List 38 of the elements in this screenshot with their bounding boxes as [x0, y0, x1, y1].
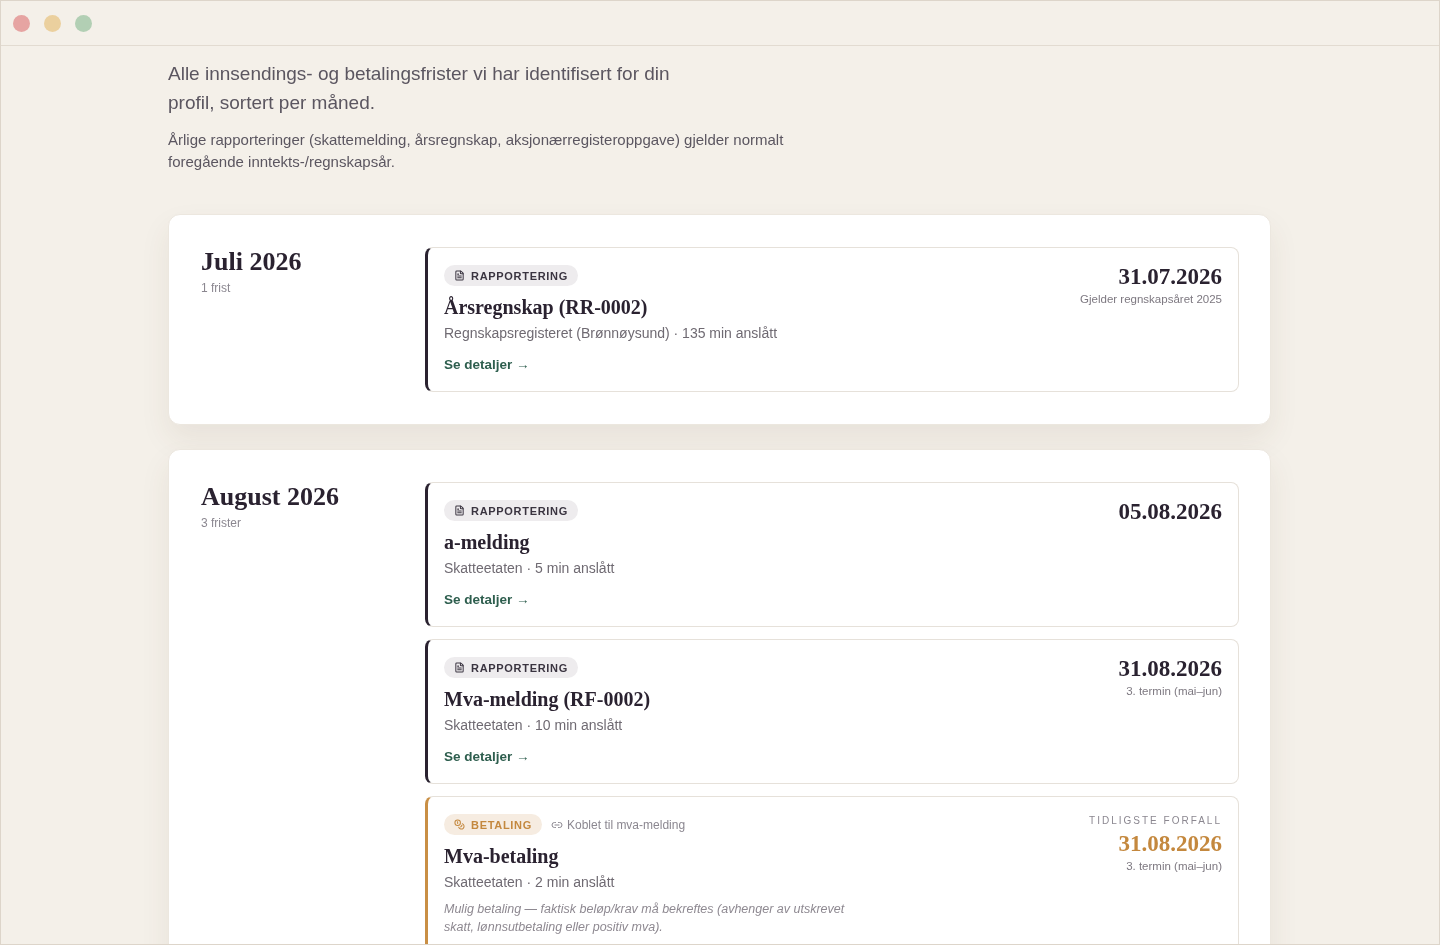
deadline-title: Årsregnskap (RR-0002)	[444, 295, 648, 320]
details-link[interactable]: Se detaljer →	[444, 590, 530, 610]
document-icon	[454, 505, 465, 516]
coins-icon	[454, 819, 465, 830]
date-note: 3. termin (mai–jun)	[1126, 859, 1222, 873]
maximize-button[interactable]	[75, 14, 92, 32]
month-title: August 2026	[201, 482, 339, 512]
category-tag: RAPPORTERING	[444, 265, 579, 286]
deadline-title: Mva-betaling	[444, 844, 559, 869]
due-date: 31.08.2026	[1118, 832, 1222, 856]
date-note: 3. termin (mai–jun)	[1126, 684, 1222, 698]
payment-note: Mulig betaling — faktisk beløp/krav må bekreftes (avhenger av utskrevet skatt, lønnsutbetaling eller positiv mva).	[444, 901, 846, 936]
document-icon	[454, 662, 465, 673]
close-button[interactable]	[13, 14, 30, 32]
month-title: Juli 2026	[201, 247, 302, 277]
deadline-meta: Skatteetaten · 5 min anslått	[444, 559, 615, 578]
details-link[interactable]: Se detaljer →	[444, 355, 530, 375]
deadline-title: a-melding	[444, 530, 530, 555]
document-icon	[454, 270, 465, 281]
deadline-count: 3 frister	[201, 515, 241, 531]
due-date: 05.08.2026	[1118, 500, 1222, 524]
deadline-meta: Skatteetaten · 10 min anslått	[444, 716, 623, 735]
linked-label: Koblet til mva-melding	[567, 817, 686, 832]
info-note: Årlige rapporteringer (skattemelding, årsregnskap, aksjonærregisteroppgave) gjelder normalt foregående inntekts-/regnskapsår.	[168, 130, 785, 172]
date-label: TIDLIGSTE FORFALL	[1089, 814, 1222, 828]
due-date: 31.08.2026	[1118, 657, 1222, 681]
due-date: 31.07.2026	[1118, 265, 1222, 289]
deadline-count: 1 frist	[201, 280, 231, 296]
category-tag: RAPPORTERING	[444, 500, 579, 521]
deadline-meta: Regnskapsregisteret (Brønnøysund) · 135 min anslått	[444, 324, 778, 343]
category-tag: BETALING	[444, 814, 542, 835]
intro-text: Alle innsendings- og betalingsfrister vi har identifisert for din profil, sortert per måned.	[168, 62, 671, 115]
details-link[interactable]: Se detaljer →	[444, 747, 530, 767]
deadline-meta: Skatteetaten · 2 min anslått	[444, 873, 615, 892]
deadline-title: Mva-melding (RF-0002)	[444, 687, 651, 712]
minimize-button[interactable]	[44, 14, 61, 32]
category-tag: RAPPORTERING	[444, 657, 579, 678]
date-note: Gjelder regnskapsåret 2025	[1080, 292, 1222, 306]
